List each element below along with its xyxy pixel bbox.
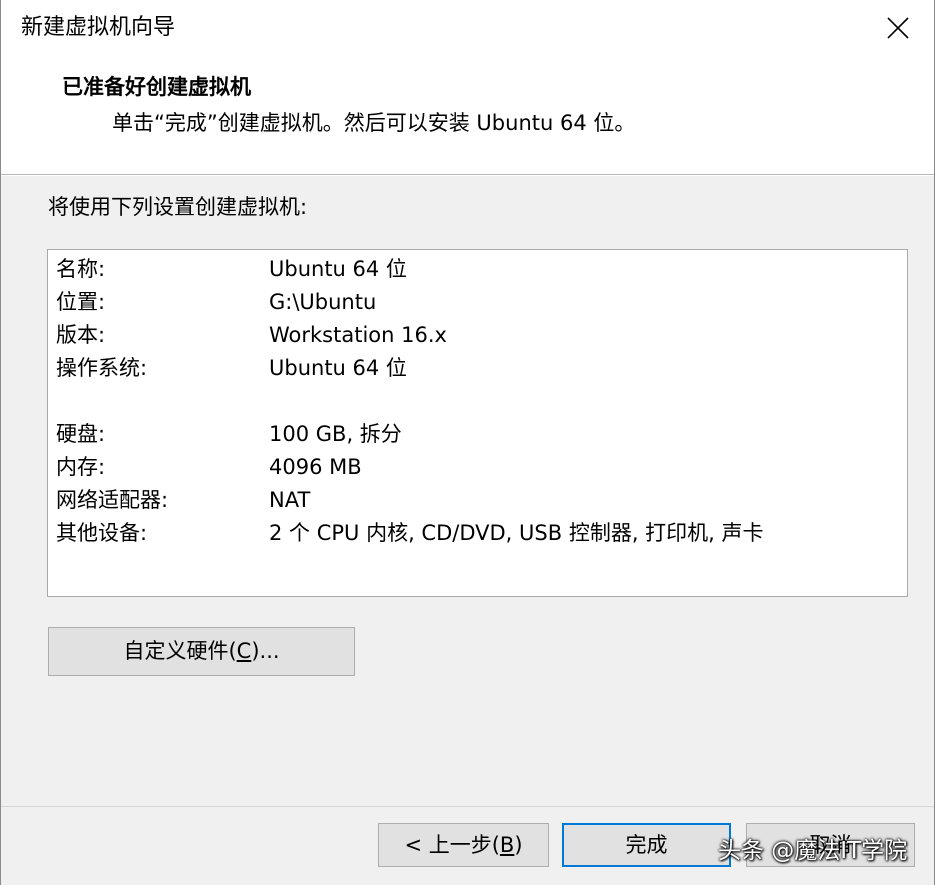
summary-value: 100 GB, 拆分 [269,422,402,446]
summary-label: 硬盘: [56,422,106,446]
summary-row-disk: 硬盘: 100 GB, 拆分 [56,418,896,450]
summary-value: G:\Ubuntu [269,290,377,314]
summary-row-location: 位置: G:\Ubuntu [56,286,896,318]
button-label-suffix: )... [251,639,280,663]
summary-value: NAT [269,488,311,512]
close-button[interactable] [871,8,925,48]
summary-row-memory: 内存: 4096 MB [56,451,896,483]
summary-value: 4096 MB [269,455,362,479]
summary-value: Ubuntu 64 位 [269,356,407,380]
summary-row-name: 名称: Ubuntu 64 位 [56,253,896,285]
header-subtitle: 单击“完成”创建虚拟机。然后可以安装 Ubuntu 64 位。 [112,111,636,135]
summary-label: 操作系统: [56,356,148,380]
button-label-prefix: 自定义硬件( [123,639,237,663]
close-icon [887,17,909,39]
finish-button[interactable]: 完成 [562,823,731,867]
settings-summary-box[interactable]: 名称: Ubuntu 64 位 位置: G:\Ubuntu 版本: Workst… [47,249,908,597]
summary-row-network: 网络适配器: NAT [56,484,896,516]
header-title: 已准备好创建虚拟机 [62,75,251,99]
new-vm-wizard-dialog: 新建虚拟机向导 已准备好创建虚拟机 单击“完成”创建虚拟机。然后可以安装 Ubu… [0,0,935,885]
summary-row-os: 操作系统: Ubuntu 64 位 [56,352,896,384]
button-mnemonic: B [499,833,515,857]
summary-label: 名称: [56,257,106,281]
title-bar: 新建虚拟机向导 [1,0,934,58]
watermark: 头条 @魔法IT学院 [718,838,908,864]
summary-label: 网络适配器: [56,488,169,512]
summary-value: 2 个 CPU 内核, CD/DVD, USB 控制器, 打印机, 声卡 [269,521,764,545]
back-button[interactable]: < 上一步(B) [378,823,549,867]
summary-row-version: 版本: Workstation 16.x [56,319,896,351]
summary-value: Ubuntu 64 位 [269,257,407,281]
summary-value: Workstation 16.x [269,323,447,347]
wizard-body: 将使用下列设置创建虚拟机: 名称: Ubuntu 64 位 位置: G:\Ubu… [1,176,934,806]
summary-row-other-devices: 其他设备: 2 个 CPU 内核, CD/DVD, USB 控制器, 打印机, … [56,517,896,549]
button-mnemonic: C [236,639,252,663]
window-title: 新建虚拟机向导 [21,15,176,40]
summary-label: 版本: [56,323,106,347]
button-label-prefix: < 上一步( [404,833,500,857]
summary-label: 位置: [56,290,106,314]
wizard-header: 已准备好创建虚拟机 单击“完成”创建虚拟机。然后可以安装 Ubuntu 64 位… [1,58,934,175]
button-label-suffix: ) [514,833,523,857]
summary-intro: 将使用下列设置创建虚拟机: [48,195,308,219]
summary-label: 内存: [56,455,106,479]
summary-label: 其他设备: [56,521,148,545]
customize-hardware-button[interactable]: 自定义硬件(C)... [48,627,355,676]
